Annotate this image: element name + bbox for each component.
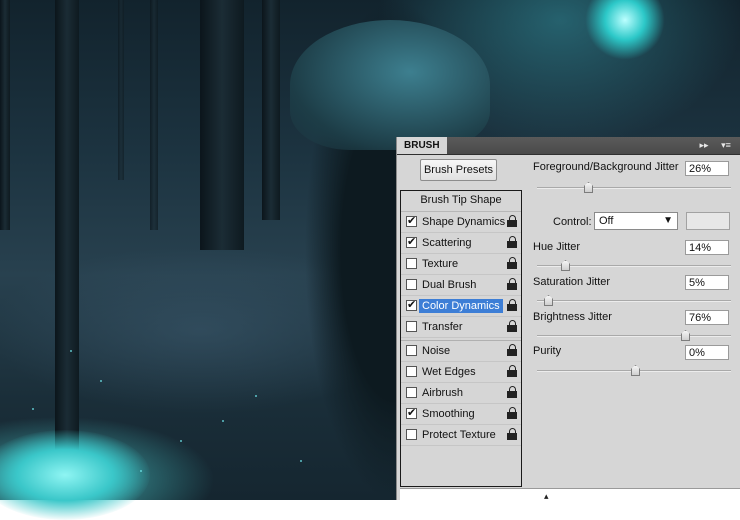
brush-option-row[interactable]: Transfer — [401, 317, 521, 338]
brush-option-row[interactable]: Noise — [401, 340, 521, 362]
slider-thumb[interactable] — [631, 365, 640, 376]
checkbox[interactable]: ✔ — [406, 216, 417, 227]
brush-option-row[interactable]: ✔ Shape Dynamics — [401, 212, 521, 233]
brush-option-label: Texture — [422, 258, 459, 270]
fur-cloak — [290, 20, 490, 150]
checkbox[interactable] — [406, 345, 417, 356]
fg-bg-jitter-slider[interactable] — [537, 182, 731, 193]
snow-particle — [180, 440, 182, 442]
brush-option-row[interactable]: Airbrush — [401, 383, 521, 404]
slider-thumb[interactable] — [681, 330, 690, 341]
brush-option-label: Noise — [422, 345, 451, 357]
control-dropdown[interactable]: Off ▼ — [594, 212, 678, 230]
tree-trunk — [0, 0, 10, 230]
lock-icon[interactable] — [507, 386, 517, 399]
snow-particle — [140, 470, 142, 472]
control-extra-field — [686, 212, 730, 230]
snow-particle — [100, 380, 102, 382]
brush-options-list: Brush Tip Shape ✔ Shape Dynamics ✔ Scatteri… — [400, 190, 522, 487]
brush-option-label: Scattering — [422, 237, 472, 249]
brightness-jitter-label: Brightness Jitter — [533, 311, 612, 323]
tree-trunk — [262, 0, 280, 220]
checkbox[interactable] — [406, 429, 417, 440]
checkbox[interactable]: ✔ — [406, 408, 417, 419]
slider-thumb[interactable] — [584, 182, 593, 193]
saturation-jitter-slider[interactable] — [537, 295, 731, 306]
brush-option-label: Transfer — [422, 321, 463, 333]
brush-option-label: Color Dynamics — [419, 299, 503, 313]
purity-slider[interactable] — [537, 365, 731, 376]
brightness-jitter-value[interactable]: 76% — [685, 310, 729, 325]
brush-stroke-preview: ▴ — [400, 488, 740, 503]
tree-trunk — [200, 0, 244, 250]
checkbox[interactable] — [406, 387, 417, 398]
snow-particle — [255, 395, 257, 397]
lock-icon[interactable] — [507, 215, 517, 228]
brush-option-row[interactable]: Wet Edges — [401, 362, 521, 383]
cursor-icon: ▴ — [544, 491, 549, 501]
control-label: Control: — [553, 216, 592, 228]
lock-icon[interactable] — [507, 278, 517, 291]
brush-option-label: Shape Dynamics — [422, 216, 506, 228]
brush-tab[interactable]: BRUSH — [397, 137, 447, 154]
checkbox[interactable]: ✔ — [406, 300, 417, 311]
brush-option-label: Wet Edges — [422, 366, 476, 378]
checkbox[interactable]: ✔ — [406, 237, 417, 248]
panel-menu-icon[interactable]: ▾≡ — [719, 139, 733, 151]
brush-presets-button[interactable]: Brush Presets — [420, 159, 497, 181]
hue-jitter-slider[interactable] — [537, 260, 731, 271]
brightness-jitter-slider[interactable] — [537, 330, 731, 341]
brush-option-row[interactable]: Texture — [401, 254, 521, 275]
control-dropdown-value: Off — [599, 215, 614, 227]
brush-option-row[interactable]: Dual Brush — [401, 275, 521, 296]
brush-tip-shape-item[interactable]: Brush Tip Shape — [401, 191, 521, 212]
lock-icon[interactable] — [507, 407, 517, 420]
tree-trunk — [55, 0, 79, 460]
double-arrow-icon[interactable]: ▸▸ — [697, 139, 711, 151]
lock-icon[interactable] — [507, 428, 517, 441]
slider-thumb[interactable] — [561, 260, 570, 271]
lock-icon[interactable] — [507, 344, 517, 357]
brush-option-label: Smoothing — [422, 408, 475, 420]
lock-icon[interactable] — [507, 236, 517, 249]
hue-jitter-value[interactable]: 14% — [685, 240, 729, 255]
purity-label: Purity — [533, 345, 562, 357]
fg-bg-jitter-value[interactable]: 26% — [685, 161, 729, 176]
snow-particle — [300, 460, 302, 462]
brush-option-label: Dual Brush — [422, 279, 477, 291]
saturation-jitter-label: Saturation Jitter — [533, 276, 611, 288]
chevron-down-icon: ▼ — [663, 215, 673, 226]
checkbox[interactable] — [406, 279, 417, 290]
brush-panel: BRUSH ▸▸ ▾≡ Brush Presets Brush Tip Shap… — [396, 137, 740, 503]
checkbox[interactable] — [406, 366, 417, 377]
brush-option-row[interactable]: ✔ Color Dynamics — [401, 296, 521, 317]
brush-option-label: Protect Texture — [422, 429, 496, 441]
purity-value[interactable]: 0% — [685, 345, 729, 360]
snow-particle — [70, 350, 72, 352]
brush-option-row[interactable]: Protect Texture — [401, 425, 521, 446]
glowing-mist — [0, 430, 150, 520]
fg-bg-jitter-label: Foreground/Background Jitter — [533, 161, 679, 173]
lock-icon[interactable] — [507, 257, 517, 270]
tree-trunk — [150, 0, 158, 230]
lock-icon[interactable] — [507, 299, 517, 312]
snow-particle — [32, 408, 34, 410]
checkbox[interactable] — [406, 258, 417, 269]
lock-icon[interactable] — [507, 320, 517, 333]
slider-thumb[interactable] — [544, 295, 553, 306]
saturation-jitter-value[interactable]: 5% — [685, 275, 729, 290]
hue-jitter-label: Hue Jitter — [533, 241, 581, 253]
staff-glow — [585, 0, 665, 60]
brush-option-label: Airbrush — [422, 387, 463, 399]
brush-option-row[interactable]: ✔ Scattering — [401, 233, 521, 254]
brush-option-row[interactable]: ✔ Smoothing — [401, 404, 521, 425]
snow-particle — [222, 420, 224, 422]
lock-icon[interactable] — [507, 365, 517, 378]
panel-titlebar[interactable]: BRUSH ▸▸ ▾≡ — [397, 137, 740, 155]
checkbox[interactable] — [406, 321, 417, 332]
tree-trunk — [118, 0, 124, 180]
